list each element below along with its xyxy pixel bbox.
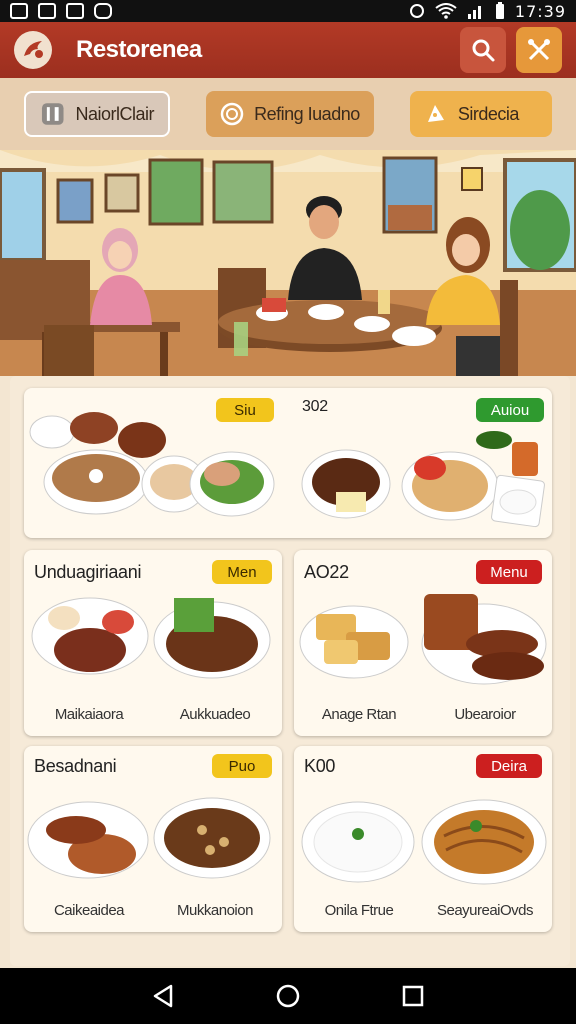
- sync-icon: [409, 4, 424, 18]
- dish-name: Mukkanoion: [177, 902, 253, 919]
- menu-card[interactable]: Besadnani Puo Caikeaidea Mukkanoion: [24, 746, 282, 932]
- wifi-icon: [435, 3, 457, 19]
- recents-icon: [403, 985, 424, 1007]
- menu-card[interactable]: Unduagiriaani Men Maikaiaora Aukkuadeo: [24, 550, 282, 736]
- system-navigation-bar: [0, 968, 576, 1024]
- chip-label: Sirdecia: [457, 103, 520, 124]
- restaurant-logo-icon[interactable]: [14, 31, 52, 69]
- app-title: Restorenea: [76, 36, 202, 63]
- search-button[interactable]: [460, 27, 506, 73]
- battery-icon: [495, 2, 504, 19]
- back-button[interactable]: [143, 976, 183, 1016]
- app-bar: Restorenea: [0, 22, 576, 78]
- chip-label: Refing Iuadno: [254, 103, 360, 124]
- chip-special[interactable]: Sirdecia: [409, 91, 552, 137]
- featured-dishes-illustration: [29, 412, 545, 528]
- dish-name: Maikaiaora: [54, 706, 124, 723]
- status-time: 17:39: [514, 1, 566, 21]
- image-notification-icon: [38, 3, 56, 19]
- dish-name: Anage Rtan: [321, 706, 397, 723]
- status-bar: 17:39: [0, 0, 576, 22]
- dish-name: SeayureaiOvds: [436, 902, 534, 919]
- search-icon: [472, 39, 495, 62]
- plate-icon: [220, 102, 244, 126]
- dish-name: Onila Ftrue: [324, 902, 394, 919]
- menu-card[interactable]: K00 Deira Onila Ftrue SeayureaiOvds: [294, 746, 552, 932]
- menu-content: Siu 302 Auiou Unduagiriaani Men Maikaiao…: [10, 376, 570, 966]
- game-notification-icon: [94, 3, 112, 19]
- dish-name: Ubearoior: [454, 706, 516, 723]
- home-button[interactable]: [268, 976, 308, 1016]
- utensils-button[interactable]: [516, 27, 562, 73]
- tools-icon: [528, 39, 550, 61]
- pizza-slice-icon: [427, 105, 444, 122]
- bus-notification-icon: [66, 3, 84, 19]
- signal-icon: [467, 6, 481, 19]
- chip-nearby[interactable]: NaiorlClair: [24, 91, 170, 137]
- chip-refined[interactable]: Refing Iuadno: [206, 91, 374, 137]
- recents-button[interactable]: [393, 976, 433, 1016]
- back-icon: [153, 984, 172, 1008]
- home-icon: [276, 984, 300, 1008]
- category-chip-bar: NaiorlClair Refing Iuadno Sirdecia: [0, 78, 576, 150]
- menu-card[interactable]: AO22 Menu Anage Rtan Ubearoior: [294, 550, 552, 736]
- restaurant-icon: [41, 103, 64, 125]
- dish-name: Aukkuadeo: [179, 706, 251, 723]
- chip-label: NaiorlClair: [75, 103, 154, 124]
- app-notification-icon: [10, 3, 28, 19]
- restaurant-hero-illustration: [0, 150, 576, 376]
- dish-name: Caikeaidea: [53, 902, 125, 919]
- featured-card[interactable]: Siu 302 Auiou: [24, 388, 552, 538]
